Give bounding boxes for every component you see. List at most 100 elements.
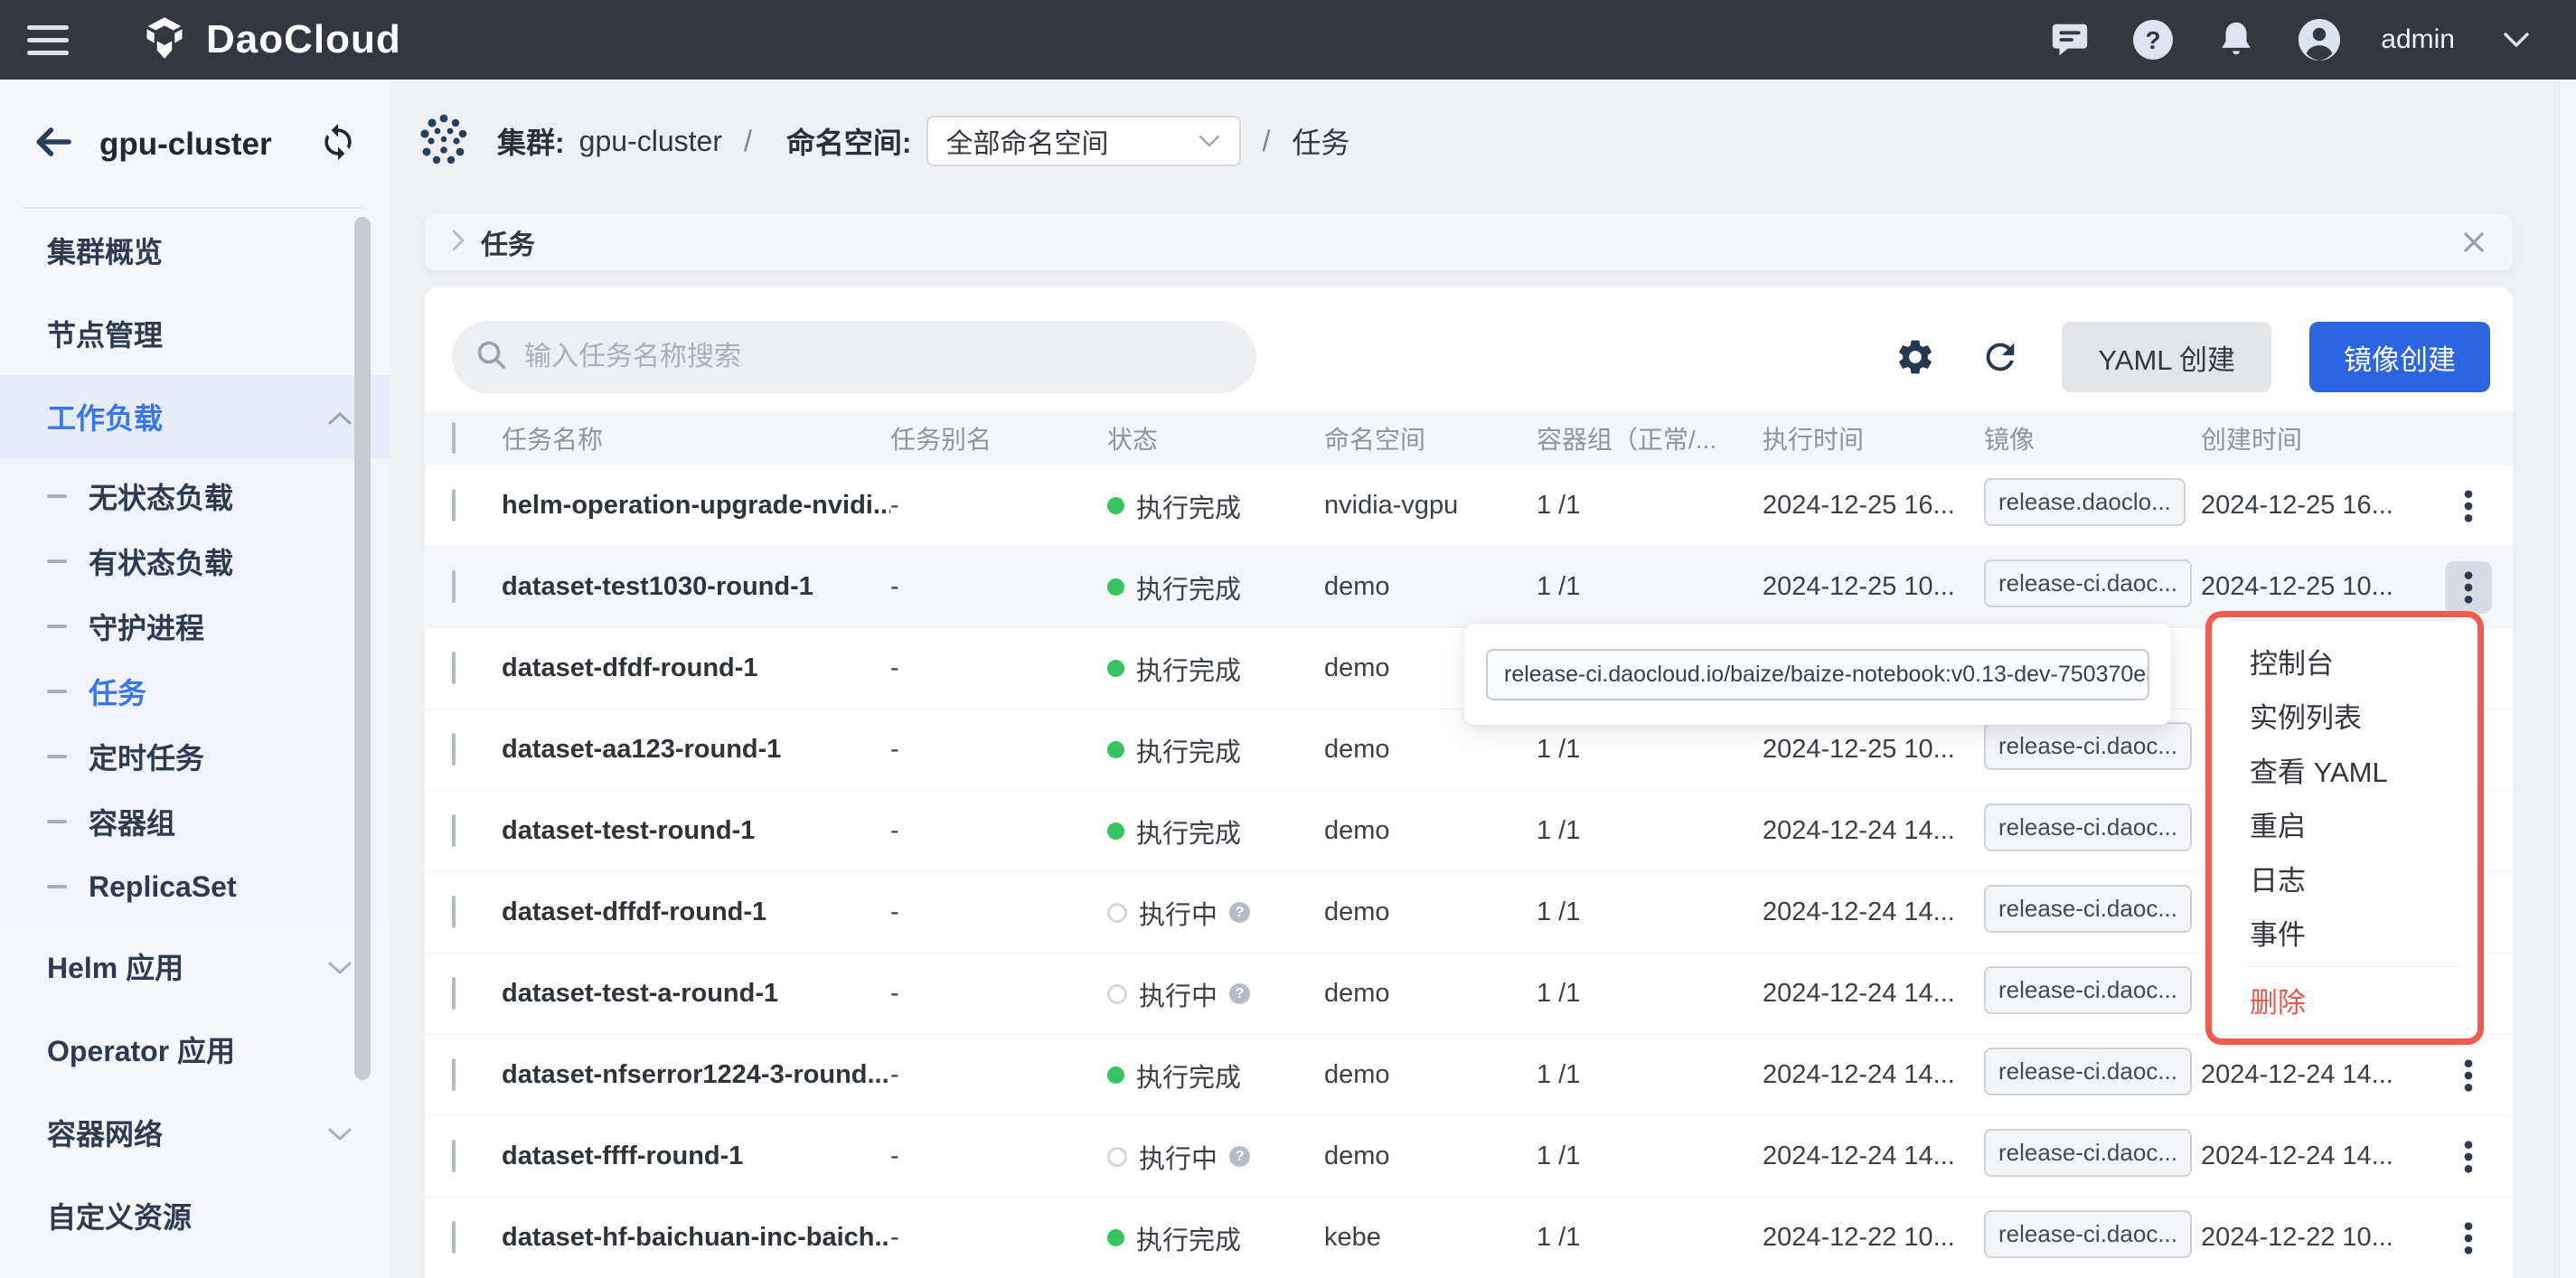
menu-item-instance-list[interactable]: 实例列表 [2212, 688, 2477, 742]
task-name[interactable]: dataset-nfserror1224-3-round... [502, 1060, 890, 1090]
menu-item-logs[interactable]: 日志 [2212, 850, 2477, 905]
task-list-card: YAML 创建 镜像创建 任务名称 任务别名 状态 命名空间 容器组（正常/..… [425, 287, 2513, 1278]
status-help-icon[interactable]: ? [1229, 902, 1250, 923]
sidebar-item-pods[interactable]: 容器组 [0, 789, 390, 854]
status-cell: 执行完成 [1107, 731, 1324, 769]
row-checkbox[interactable] [452, 1221, 456, 1254]
task-name[interactable]: dataset-aa123-round-1 [502, 735, 890, 765]
row-checkbox[interactable] [452, 489, 456, 522]
exec-time-cell: 2024-12-24 14... [1763, 1142, 1984, 1171]
exec-time-cell: 2024-12-25 10... [1763, 735, 1984, 765]
row-checkbox[interactable] [452, 1140, 456, 1172]
sync-icon[interactable] [318, 122, 358, 166]
user-chevron-down-icon[interactable] [2495, 18, 2538, 61]
avatar[interactable] [2298, 18, 2341, 61]
sidebar-item-cronjobs[interactable]: 定时任务 [0, 724, 390, 789]
col-task-name: 任务名称 [502, 420, 890, 456]
row-checkbox[interactable] [452, 814, 456, 847]
kebab-menu-icon[interactable] [2445, 1049, 2492, 1102]
task-alias: - [890, 572, 1107, 602]
separator: / [744, 125, 752, 158]
menu-item-console[interactable]: 控制台 [2212, 634, 2477, 688]
menu-divider [2248, 966, 2459, 967]
sidebar-scrollbar[interactable] [354, 217, 371, 1080]
row-checkbox[interactable] [452, 896, 456, 928]
expand-chevron-icon[interactable] [450, 228, 466, 258]
page-title: 任务 [1292, 120, 1349, 162]
sidebar-item-cluster-overview[interactable]: 集群概览 [0, 209, 390, 292]
actions-cell [2445, 1049, 2513, 1102]
checkbox-cell [452, 572, 502, 602]
sidebar-item-deployments[interactable]: 无状态负载 [0, 464, 390, 529]
gear-icon[interactable] [1892, 334, 1939, 381]
actions-cell [2445, 1212, 2513, 1264]
table-row: helm-operation-upgrade-nvidi...-执行完成nvid… [425, 465, 2513, 547]
kebab-menu-icon[interactable] [2445, 1131, 2492, 1183]
task-name[interactable]: dataset-test-round-1 [502, 816, 890, 846]
separator: / [1263, 125, 1271, 158]
task-name[interactable]: helm-operation-upgrade-nvidi... [502, 491, 890, 521]
sub-item-label: 守护进程 [89, 606, 204, 647]
page-scrollbar[interactable] [2559, 80, 2576, 1278]
menu-item-delete[interactable]: 删除 [2212, 973, 2477, 1027]
sidebar-item-operator-apps[interactable]: Operator 应用 [0, 1008, 390, 1091]
select-all-checkbox[interactable] [452, 422, 456, 454]
sidebar-item-label: 集群概览 [47, 230, 163, 271]
row-checkbox[interactable] [452, 977, 456, 1010]
hamburger-menu-icon[interactable] [27, 25, 69, 55]
back-icon[interactable] [33, 126, 72, 163]
pods-cell: 1 /1 [1537, 816, 1763, 846]
table-body: helm-operation-upgrade-nvidi...-执行完成nvid… [425, 465, 2513, 1278]
row-checkbox[interactable] [452, 1058, 456, 1091]
checkbox-cell [452, 735, 502, 765]
row-checkbox[interactable] [452, 652, 456, 684]
task-name[interactable]: dataset-ffff-round-1 [502, 1142, 890, 1171]
sidebar-item-custom-resources[interactable]: 自定义资源 [0, 1174, 390, 1257]
sidebar-item-statefulsets[interactable]: 有状态负载 [0, 529, 390, 594]
sidebar-item-container-network[interactable]: 容器网络 [0, 1091, 390, 1174]
row-checkbox[interactable] [452, 733, 456, 766]
yaml-create-button[interactable]: YAML 创建 [2062, 322, 2271, 392]
menu-item-view-yaml[interactable]: 查看 YAML [2212, 742, 2477, 796]
cluster-name: gpu-cluster [579, 125, 722, 158]
table-row: dataset-dffdf-round-1-执行中?demo1 /12024-1… [425, 872, 2513, 954]
sidebar-item-replicaset[interactable]: ReplicaSet [0, 854, 390, 919]
refresh-icon[interactable] [1977, 334, 2024, 381]
search-input[interactable] [522, 341, 1233, 373]
row-checkbox[interactable] [452, 570, 456, 603]
sidebar-item-node-management[interactable]: 节点管理 [0, 292, 390, 375]
sidebar-item-workloads[interactable]: 工作负载 [0, 375, 390, 458]
workloads-submenu: 无状态负载 有状态负载 守护进程 任务 定时任务 容器组 ReplicaSet [0, 458, 390, 925]
task-alias: - [890, 1223, 1107, 1253]
image-create-button[interactable]: 镜像创建 [2309, 322, 2490, 392]
sidebar-item-helm-apps[interactable]: Helm 应用 [0, 925, 390, 1008]
menu-item-events[interactable]: 事件 [2212, 905, 2477, 959]
toolbar-right: YAML 创建 镜像创建 [1892, 322, 2490, 392]
col-status: 状态 [1107, 420, 1324, 456]
task-name[interactable]: dataset-test1030-round-1 [502, 572, 890, 602]
bell-icon[interactable] [2214, 18, 2258, 61]
brand[interactable]: DaoCloud [141, 14, 401, 66]
task-name[interactable]: dataset-hf-baichuan-inc-baich... [502, 1223, 890, 1253]
svg-text:?: ? [2146, 26, 2161, 54]
status-label: 执行完成 [1136, 569, 1241, 606]
status-cell: 执行完成 [1107, 1219, 1324, 1257]
chat-icon[interactable] [2048, 18, 2092, 61]
help-icon[interactable]: ? [2131, 18, 2175, 61]
task-name[interactable]: dataset-dfdf-round-1 [502, 653, 890, 683]
sidebar-item-daemonsets[interactable]: 守护进程 [0, 594, 390, 659]
menu-item-restart[interactable]: 重启 [2212, 796, 2477, 850]
namespace-select[interactable]: 全部命名空间 [926, 116, 1241, 166]
kebab-menu-icon[interactable] [2445, 480, 2492, 532]
sidebar-item-jobs[interactable]: 任务 [0, 659, 390, 724]
status-help-icon[interactable]: ? [1229, 1146, 1250, 1167]
task-name[interactable]: dataset-dffdf-round-1 [502, 897, 890, 927]
kebab-menu-icon[interactable] [2445, 1212, 2492, 1264]
close-icon[interactable] [2460, 229, 2487, 256]
task-name[interactable]: dataset-test-a-round-1 [502, 979, 890, 1009]
kebab-menu-icon[interactable] [2445, 561, 2492, 614]
namespace-cell: demo [1324, 1142, 1537, 1171]
task-alias: - [890, 735, 1107, 765]
status-help-icon[interactable]: ? [1229, 983, 1250, 1004]
image-tooltip: release-ci.daocloud.io/baize/baize-noteb… [1464, 624, 2171, 725]
